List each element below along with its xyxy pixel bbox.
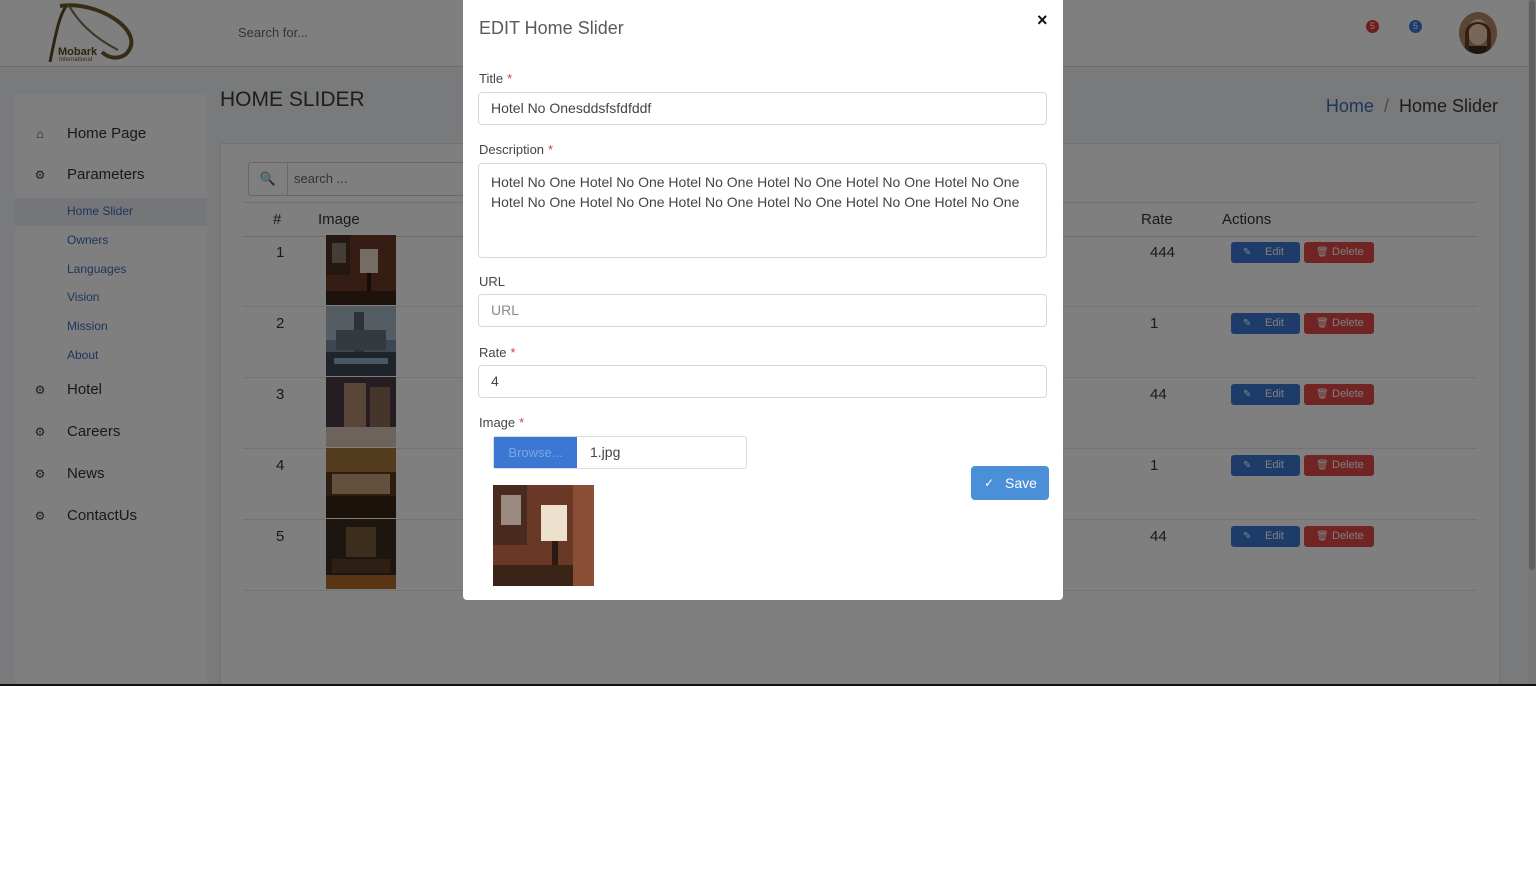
viewport-bottom-border bbox=[0, 684, 1536, 686]
rate-input[interactable]: 4 bbox=[478, 365, 1047, 398]
edit-home-slider-modal: EDIT Home Slider × Title * Hotel No Onesd… bbox=[463, 0, 1063, 600]
image-label-text: Image bbox=[479, 415, 516, 430]
required-mark: * bbox=[510, 345, 516, 360]
app-background: Mobark International Search for... 5 5 ⌂… bbox=[0, 0, 1536, 685]
rate-label-text: Rate bbox=[479, 345, 507, 360]
save-button-label: Save bbox=[1005, 475, 1037, 491]
rate-label: Rate * bbox=[479, 345, 516, 360]
required-mark: * bbox=[548, 142, 554, 157]
required-mark: * bbox=[507, 71, 513, 86]
title-label: Title * bbox=[479, 71, 512, 86]
required-mark: * bbox=[519, 415, 525, 430]
browse-button[interactable]: Browse... bbox=[494, 437, 577, 468]
image-file-input[interactable]: Browse... 1.jpg bbox=[493, 436, 747, 469]
check-circle-icon: ✓ bbox=[984, 476, 995, 490]
save-button[interactable]: ✓ Save bbox=[971, 466, 1049, 500]
description-label-text: Description bbox=[479, 142, 545, 157]
description-textarea[interactable]: Hotel No One Hotel No One Hotel No One H… bbox=[478, 163, 1047, 258]
close-icon[interactable]: × bbox=[1037, 10, 1048, 31]
url-label: URL bbox=[479, 274, 506, 289]
description-label: Description * bbox=[479, 142, 553, 157]
url-input[interactable]: URL bbox=[478, 294, 1047, 327]
title-label-text: Title bbox=[479, 71, 504, 86]
file-name: 1.jpg bbox=[590, 444, 621, 460]
image-label: Image * bbox=[479, 415, 524, 430]
modal-title: EDIT Home Slider bbox=[479, 18, 624, 38]
image-preview bbox=[493, 485, 594, 586]
title-input[interactable]: Hotel No Onesddsfsfdfddf bbox=[478, 92, 1047, 125]
